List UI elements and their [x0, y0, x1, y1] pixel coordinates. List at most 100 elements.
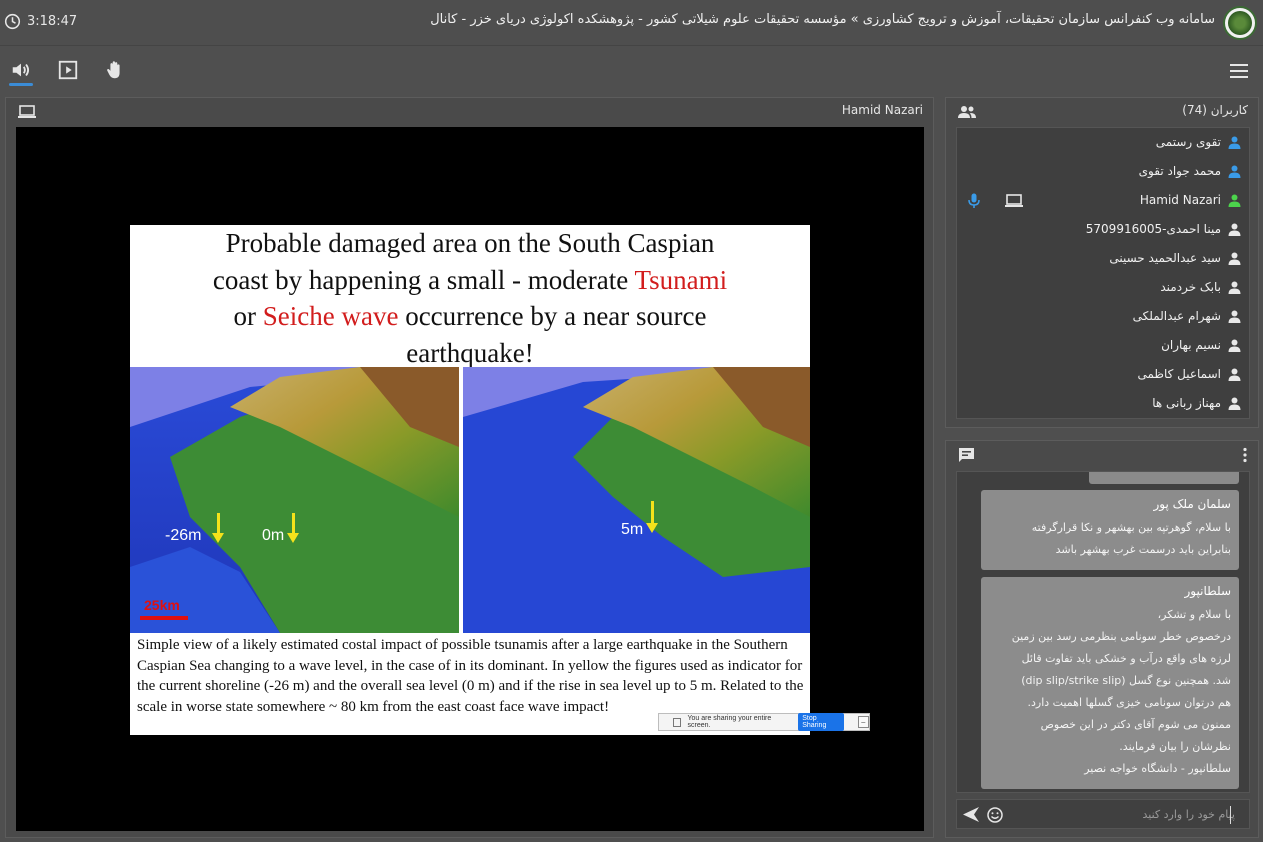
chat-message-partial: [1089, 472, 1239, 484]
more-options-icon[interactable]: [1242, 447, 1248, 463]
chat-input-box[interactable]: پیام خود را وارد کنید: [956, 799, 1250, 829]
slide-title-line-4: earthquake!: [406, 337, 534, 368]
speaker-active-indicator: [9, 83, 33, 86]
play-screen-button[interactable]: [55, 57, 81, 83]
chat-message-line: درخصوص خطر سونامی بنظرمی رسد بین زمین: [1011, 630, 1231, 643]
toolbar: [0, 47, 1263, 95]
slide-maps: -26m 0m 25km 5m: [130, 367, 810, 633]
web-conference-app: 3:18:47 سامانه وب کنفرانس سازمان تحقیقات…: [0, 0, 1263, 842]
users-count-title: کاربران (74): [1182, 103, 1248, 117]
slide-title-line-3: or Seiche wave occurrence by a near sour…: [130, 298, 810, 335]
slide-title-highlight: Seiche wave: [262, 301, 399, 331]
map-right: 5m: [463, 367, 810, 633]
page-title: سامانه وب کنفرانس سازمان تحقیقات، آموزش …: [430, 12, 1215, 27]
user-icon: [1228, 136, 1241, 149]
screen-share-notification: You are sharing your entire screen. Stop…: [658, 713, 870, 731]
slide-title-highlight: Tsunami: [634, 264, 728, 295]
slide-title-text: or: [233, 301, 263, 331]
user-item[interactable]: تقوی رستمی: [955, 128, 1249, 157]
user-item[interactable]: نسیم بهاران: [955, 331, 1249, 360]
user-name: اسماعیل کاظمی: [1137, 367, 1221, 381]
microphone-icon: [968, 193, 980, 208]
screen-share-icon[interactable]: [18, 104, 36, 120]
arrow-indicator: [287, 513, 299, 543]
presentation-header: Hamid Nazari: [6, 98, 933, 126]
users-panel: کاربران (74) تقوی رستمی محمد جواد تقوی Ham…: [945, 97, 1259, 428]
user-icon: [1228, 223, 1241, 236]
arrow-indicator: [646, 501, 658, 533]
users-icon[interactable]: [958, 105, 976, 119]
user-item[interactable]: شهرام عبدالملکی: [955, 302, 1249, 331]
organization-logo: [1223, 6, 1257, 40]
chat-header: [946, 441, 1258, 467]
user-name: شهرام عبدالملکی: [1132, 309, 1221, 323]
map-left: -26m 0m 25km: [130, 367, 459, 633]
user-icon: [1228, 397, 1241, 410]
user-item[interactable]: بابک خردمند: [955, 273, 1249, 302]
send-icon[interactable]: [963, 807, 980, 822]
user-name: سید عبدالحمید حسینی: [1109, 251, 1221, 265]
users-list: تقوی رستمی محمد جواد تقوی Hamid Nazari مینا…: [956, 127, 1250, 419]
raise-hand-button[interactable]: [102, 57, 128, 83]
hide-share-bar-button[interactable]: _: [857, 716, 869, 728]
user-name: مهناز ربانی ها: [1152, 396, 1221, 410]
share-notification-text: You are sharing your entire screen.: [687, 715, 772, 729]
chat-message-line: هم درتوان سونامی خیزی گسلها اهمیت دارد.: [1027, 696, 1231, 709]
user-name: تقوی رستمی: [1155, 135, 1221, 149]
user-icon: [1228, 194, 1241, 207]
chat-panel: سلمان ملک پور با سلام، گوهرتپه بین بهشهر…: [945, 440, 1259, 838]
slide-title-line-2: coast by happening a small - moderate Ts…: [130, 262, 810, 299]
clock-time: 3:18:47: [27, 13, 78, 29]
user-icon: [1228, 165, 1241, 178]
chat-message-line: با سلام و تشکر،: [1157, 608, 1231, 621]
user-item[interactable]: مینا احمدی-5709916005: [955, 215, 1249, 244]
slide-title: Probable damaged area on the South Caspi…: [130, 225, 810, 368]
user-item[interactable]: محمد جواد تقوی: [955, 157, 1249, 186]
user-name: نسیم بهاران: [1161, 338, 1221, 352]
chat-message-line: لرزه های واقع درآب و خشکی باید تفاوت قائ…: [1021, 652, 1231, 665]
chat-message-author: سلمان ملک پور: [1153, 497, 1231, 511]
slide-title-line-1: Probable damaged area on the South Caspi…: [225, 228, 715, 258]
share-notification-icon: [673, 717, 682, 727]
play-screen-icon: [58, 60, 78, 80]
chat-message-line: با سلام، گوهرتپه بین بهشهر و نکا قرارگرف…: [1031, 521, 1231, 534]
slide-title-text: occurrence by a near source: [398, 301, 707, 331]
user-item[interactable]: اسماعیل کاظمی: [955, 360, 1249, 389]
slide-caption: Simple view of a likely estimated costal…: [137, 637, 804, 715]
chat-message-line: سلطانپور - دانشگاه خواجه نصیر: [1084, 762, 1231, 775]
chat-message-author: سلطانپور: [1184, 584, 1231, 598]
user-icon: [1228, 368, 1241, 381]
text-cursor: [1230, 806, 1231, 824]
chat-message: سلمان ملک پور با سلام، گوهرتپه بین بهشهر…: [981, 490, 1239, 570]
map-label-rise: 5m: [621, 521, 644, 538]
chat-message: سلطانپور با سلام و تشکر، درخصوص خطر سونا…: [981, 577, 1239, 789]
user-name: Hamid Nazari: [1139, 193, 1221, 207]
speaker-icon: [12, 63, 30, 77]
top-bar: 3:18:47 سامانه وب کنفرانس سازمان تحقیقات…: [0, 0, 1263, 46]
chat-messages: سلمان ملک پور با سلام، گوهرتپه بین بهشهر…: [956, 471, 1250, 793]
scale-label: 25km: [144, 597, 180, 613]
user-item[interactable]: مهناز ربانی ها: [955, 389, 1249, 418]
chat-icon[interactable]: [958, 447, 975, 463]
user-icon: [1228, 281, 1241, 294]
menu-button[interactable]: [1227, 59, 1251, 83]
presenter-screen-icon: [1005, 194, 1023, 207]
user-name: بابک خردمند: [1160, 280, 1221, 294]
user-item[interactable]: Hamid Nazari: [955, 186, 1249, 215]
stop-sharing-button[interactable]: Stop Sharing: [798, 713, 844, 731]
presentation-slide: Probable damaged area on the South Caspi…: [130, 225, 810, 735]
chat-message-line: نظرشان را بیان فرمایند.: [1119, 740, 1231, 753]
user-item[interactable]: سید عبدالحمید حسینی: [955, 244, 1249, 273]
presenter-name: Hamid Nazari: [841, 103, 923, 117]
user-icon: [1228, 310, 1241, 323]
presentation-panel: Hamid Nazari Probable damaged area on th…: [5, 97, 934, 838]
speaker-button[interactable]: [8, 57, 34, 83]
user-icon: [1228, 252, 1241, 265]
raise-hand-icon: [107, 61, 120, 79]
user-icon: [1228, 339, 1241, 352]
emoji-icon[interactable]: [987, 807, 1003, 823]
map-label-sea-level: 0m: [262, 527, 285, 544]
chat-message-line: بنابراین باید درسمت غرب بهشهر باشد: [1055, 543, 1231, 556]
chat-message-line: ممنون می شوم آقای دکتر در این خصوص: [1040, 718, 1231, 731]
shared-screen: Probable damaged area on the South Caspi…: [16, 127, 924, 831]
